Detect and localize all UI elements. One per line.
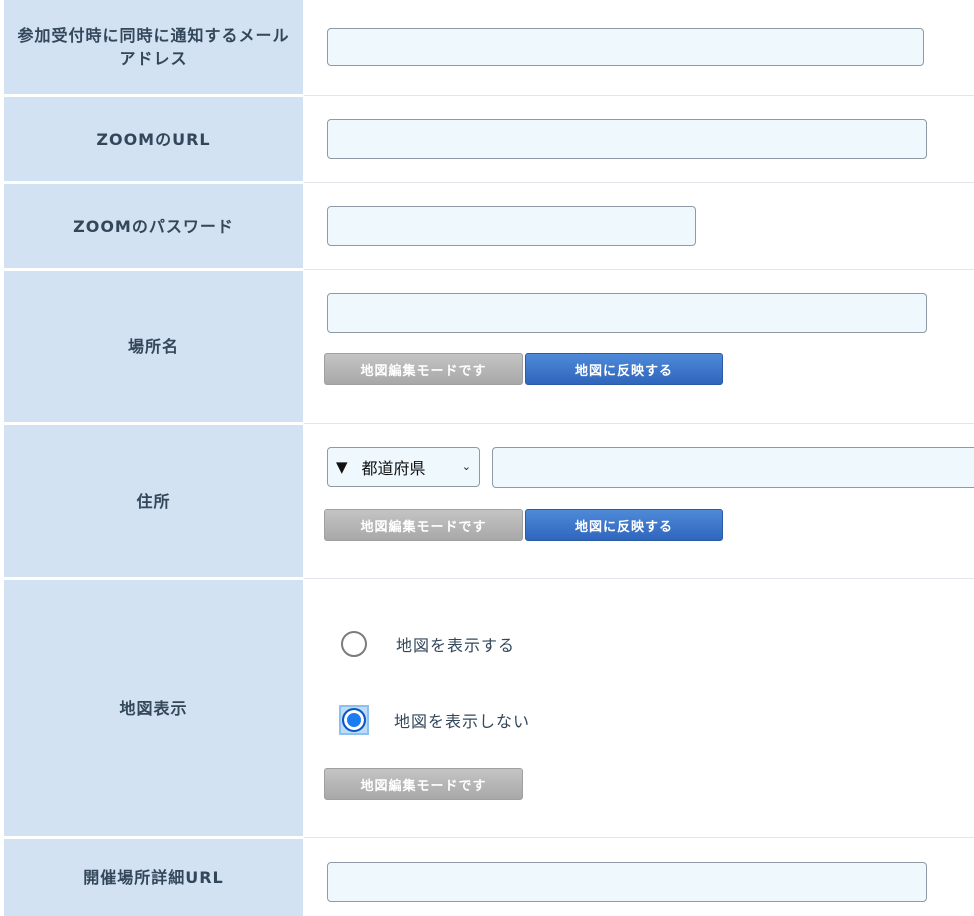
show-map-radio[interactable]	[341, 631, 367, 657]
zoom-url-field[interactable]	[327, 119, 927, 159]
venue-url-field[interactable]	[327, 862, 927, 902]
address-row: 住所 ▼ 都道府県 ⌄ 地図編集モードです 地図に反映する	[0, 425, 974, 577]
prefecture-select-value: 都道府県	[361, 459, 426, 478]
email-label: 参加受付時に同時に通知するメールアドレス	[4, 0, 303, 94]
divider	[304, 182, 974, 183]
zoom-url-label: ZOOMのURL	[4, 97, 303, 181]
zoom-password-label: ZOOMのパスワード	[4, 184, 303, 268]
show-map-option-label: 地図を表示する	[396, 636, 516, 655]
zoom-password-field[interactable]	[327, 206, 696, 246]
place-name-label: 場所名	[4, 271, 303, 422]
divider	[304, 837, 974, 838]
divider	[304, 578, 974, 579]
reflect-on-map-button[interactable]: 地図に反映する	[525, 509, 723, 541]
hide-map-option[interactable]: 地図を表示しない	[339, 705, 531, 735]
email-field[interactable]	[327, 28, 924, 66]
map-edit-mode-button[interactable]: 地図編集モードです	[324, 353, 523, 385]
divider	[304, 423, 974, 424]
place-name-field[interactable]	[327, 293, 927, 333]
hide-map-radio[interactable]	[342, 708, 366, 732]
reflect-on-map-button[interactable]: 地図に反映する	[525, 353, 723, 385]
email-row: 参加受付時に同時に通知するメールアドレス	[0, 0, 974, 94]
map-display-label: 地図表示	[4, 580, 303, 836]
divider	[304, 95, 974, 96]
zoom-url-row: ZOOMのURL	[0, 97, 974, 181]
map-edit-mode-button[interactable]: 地図編集モードです	[324, 768, 523, 800]
map-display-row: 地図表示 地図を表示する 地図を表示しない 地図編集モードです	[0, 580, 974, 836]
divider	[304, 269, 974, 270]
address-field[interactable]	[492, 447, 974, 488]
chevron-down-icon: ⌄	[461, 460, 471, 473]
prefecture-select[interactable]: ▼ 都道府県 ⌄	[327, 447, 480, 487]
zoom-password-row: ZOOMのパスワード	[0, 184, 974, 268]
place-name-row: 場所名 地図編集モードです 地図に反映する	[0, 271, 974, 422]
hide-map-radio-focus	[339, 705, 369, 735]
venue-url-label: 開催場所詳細URL	[4, 839, 303, 916]
map-edit-mode-button[interactable]: 地図編集モードです	[324, 509, 523, 541]
triangle-down-icon: ▼	[336, 458, 348, 476]
venue-url-row: 開催場所詳細URL	[0, 839, 974, 916]
address-label: 住所	[4, 425, 303, 577]
show-map-option[interactable]: 地図を表示する	[341, 631, 515, 657]
hide-map-option-label: 地図を表示しない	[394, 712, 531, 731]
